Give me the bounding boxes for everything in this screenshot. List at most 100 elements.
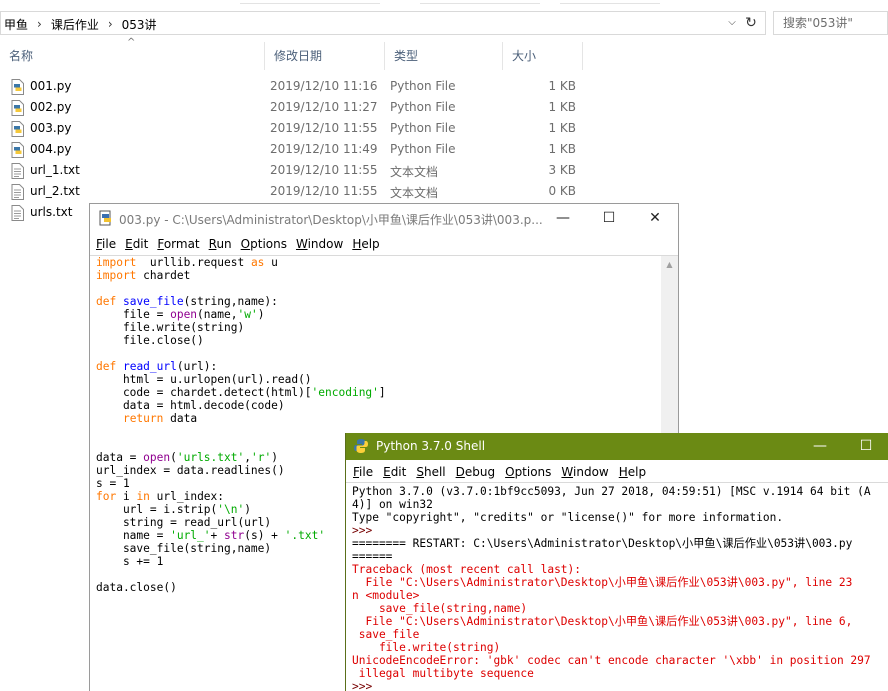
ribbon-group: [560, 0, 660, 4]
code-token: 'r': [250, 451, 272, 464]
menu-help[interactable]: Help: [619, 462, 646, 482]
ribbon-edge: [0, 0, 888, 6]
shell-output[interactable]: Python 3.7.0 (v3.7.0:1bf9cc5093, Jun 27 …: [352, 485, 888, 691]
breadcrumb-item[interactable]: 甲鱼: [1, 16, 31, 33]
column-header-type[interactable]: 类型: [385, 42, 503, 70]
menu-help[interactable]: Help: [352, 234, 379, 254]
code-token: open: [143, 451, 171, 464]
code-token: n <module>: [352, 589, 420, 602]
code-token: str: [224, 529, 245, 542]
menu-file[interactable]: File: [353, 462, 373, 482]
search-input[interactable]: 搜索"053讲": [773, 11, 888, 35]
maximize-button[interactable]: ☐: [843, 433, 888, 460]
code-token: Type "copyright", "credits" or "license(…: [352, 511, 784, 524]
code-token: return: [122, 412, 164, 425]
maximize-button[interactable]: ☐: [586, 204, 632, 232]
file-row[interactable]: 002.py 2019/12/10 11:27 Python File 1 KB: [0, 97, 600, 118]
code-token: >>>: [352, 524, 379, 537]
menu-window[interactable]: Window: [561, 462, 608, 482]
ribbon-group: [240, 0, 380, 4]
breadcrumb-item[interactable]: 课后作业: [48, 16, 102, 33]
editor-menu-bar: File Edit Format Run Options Window Help: [90, 234, 678, 254]
file-row[interactable]: 003.py 2019/12/10 11:55 Python File 1 KB: [0, 118, 600, 139]
code-token: html = u.urlopen(url).read(): [96, 373, 312, 386]
code-token: import: [96, 256, 137, 269]
file-row[interactable]: url_2.txt 2019/12/10 11:55 文本文档 0 KB: [0, 181, 600, 202]
menu-shell[interactable]: Shell: [416, 462, 445, 482]
file-name: url_1.txt: [30, 163, 80, 177]
shell-line: Traceback (most recent call last):: [352, 563, 888, 576]
code-token: string = read_url(url): [96, 516, 272, 529]
refresh-icon[interactable]: ↻: [743, 14, 759, 32]
code-line: file.write(string): [96, 321, 656, 334]
menu-edit[interactable]: Edit: [125, 234, 148, 254]
code-token: >>>: [352, 680, 379, 691]
text-file-icon: [11, 205, 24, 221]
code-token: save_file(string,name): [352, 602, 528, 615]
menu-window[interactable]: Window: [296, 234, 343, 254]
scroll-up-icon[interactable]: ▲: [661, 256, 678, 273]
shell-line: File "C:\Users\Administrator\Desktop\小甲鱼…: [352, 615, 888, 628]
code-token: file.close(): [96, 334, 204, 347]
file-row[interactable]: 004.py 2019/12/10 11:49 Python File 1 KB: [0, 139, 600, 160]
file-row[interactable]: url_1.txt 2019/12/10 11:55 文本文档 3 KB: [0, 160, 600, 181]
file-name: urls.txt: [30, 205, 73, 219]
code-token: urllib.request: [136, 256, 251, 269]
code-token: file =: [96, 308, 171, 321]
column-header-date[interactable]: 修改日期: [265, 42, 385, 70]
code-line: code = chardet.detect(html)['encoding']: [96, 386, 656, 399]
file-name: 001.py: [30, 79, 72, 93]
column-header-name[interactable]: 名称: [0, 42, 265, 70]
code-token: s = 1: [96, 477, 130, 490]
code-token: (s) +: [244, 529, 285, 542]
menu-debug[interactable]: Debug: [456, 462, 495, 482]
code-line: return data: [96, 412, 656, 425]
code-token: save_file: [122, 295, 184, 308]
code-line: html = u.urlopen(url).read(): [96, 373, 656, 386]
code-token: illegal multibyte sequence: [352, 667, 534, 680]
code-token: file.write(string): [96, 321, 245, 334]
minimize-button[interactable]: —: [540, 204, 586, 232]
menu-format[interactable]: Format: [157, 234, 199, 254]
menu-edit[interactable]: Edit: [383, 462, 406, 482]
editor-title-bar[interactable]: 003.py - C:\Users\Administrator\Desktop\…: [90, 204, 678, 232]
file-size: 1 KB: [548, 79, 576, 93]
code-token: url_index:: [149, 490, 225, 503]
file-name: url_2.txt: [30, 184, 80, 198]
code-token: ,: [244, 451, 251, 464]
menu-options[interactable]: Options: [505, 462, 551, 482]
code-token: data: [163, 412, 198, 425]
file-size: 1 KB: [548, 121, 576, 135]
close-button[interactable]: ✕: [632, 204, 678, 232]
file-type: Python File: [390, 121, 456, 135]
minimize-button[interactable]: —: [797, 433, 843, 460]
search-placeholder: 搜索"053讲": [783, 16, 853, 30]
address-dropdown-icon[interactable]: ⌵: [725, 15, 739, 31]
code-token: def: [96, 295, 117, 308]
shell-line: file.write(string): [352, 641, 888, 654]
code-line: def read_url(url):: [96, 360, 656, 373]
menu-file[interactable]: File: [96, 234, 116, 254]
python-file-icon: [11, 142, 24, 158]
shell-line: Python 3.7.0 (v3.7.0:1bf9cc5093, Jun 27 …: [352, 485, 888, 498]
column-header-size[interactable]: 大小: [503, 42, 583, 70]
breadcrumb-item[interactable]: 053讲: [119, 16, 160, 33]
code-token: ): [271, 451, 278, 464]
code-token: 'encoding': [311, 386, 379, 399]
breadcrumb-chevron-icon[interactable]: ›: [31, 17, 48, 31]
shell-line: >>>: [352, 524, 888, 537]
code-line: import chardet: [96, 269, 656, 282]
code-token: 'url_': [170, 529, 211, 542]
code-line: file.close(): [96, 334, 656, 347]
code-token: (: [170, 451, 177, 464]
menu-options[interactable]: Options: [241, 234, 287, 254]
menu-run[interactable]: Run: [209, 234, 232, 254]
shell-title-bar[interactable]: Python 3.7.0 Shell — ☐: [346, 433, 888, 460]
divider: [346, 482, 888, 483]
shell-line: save_file(string,name): [352, 602, 888, 615]
address-bar[interactable]: 甲鱼 › 课后作业 › 053讲 ⌵ ↻: [0, 11, 766, 35]
python-shell-window[interactable]: Python 3.7.0 Shell — ☐ File Edit Shell Debu…: [345, 433, 888, 691]
file-row[interactable]: 001.py 2019/12/10 11:16 Python File 1 KB: [0, 76, 600, 97]
shell-line: n <module>: [352, 589, 888, 602]
breadcrumb-chevron-icon[interactable]: ›: [102, 17, 119, 31]
